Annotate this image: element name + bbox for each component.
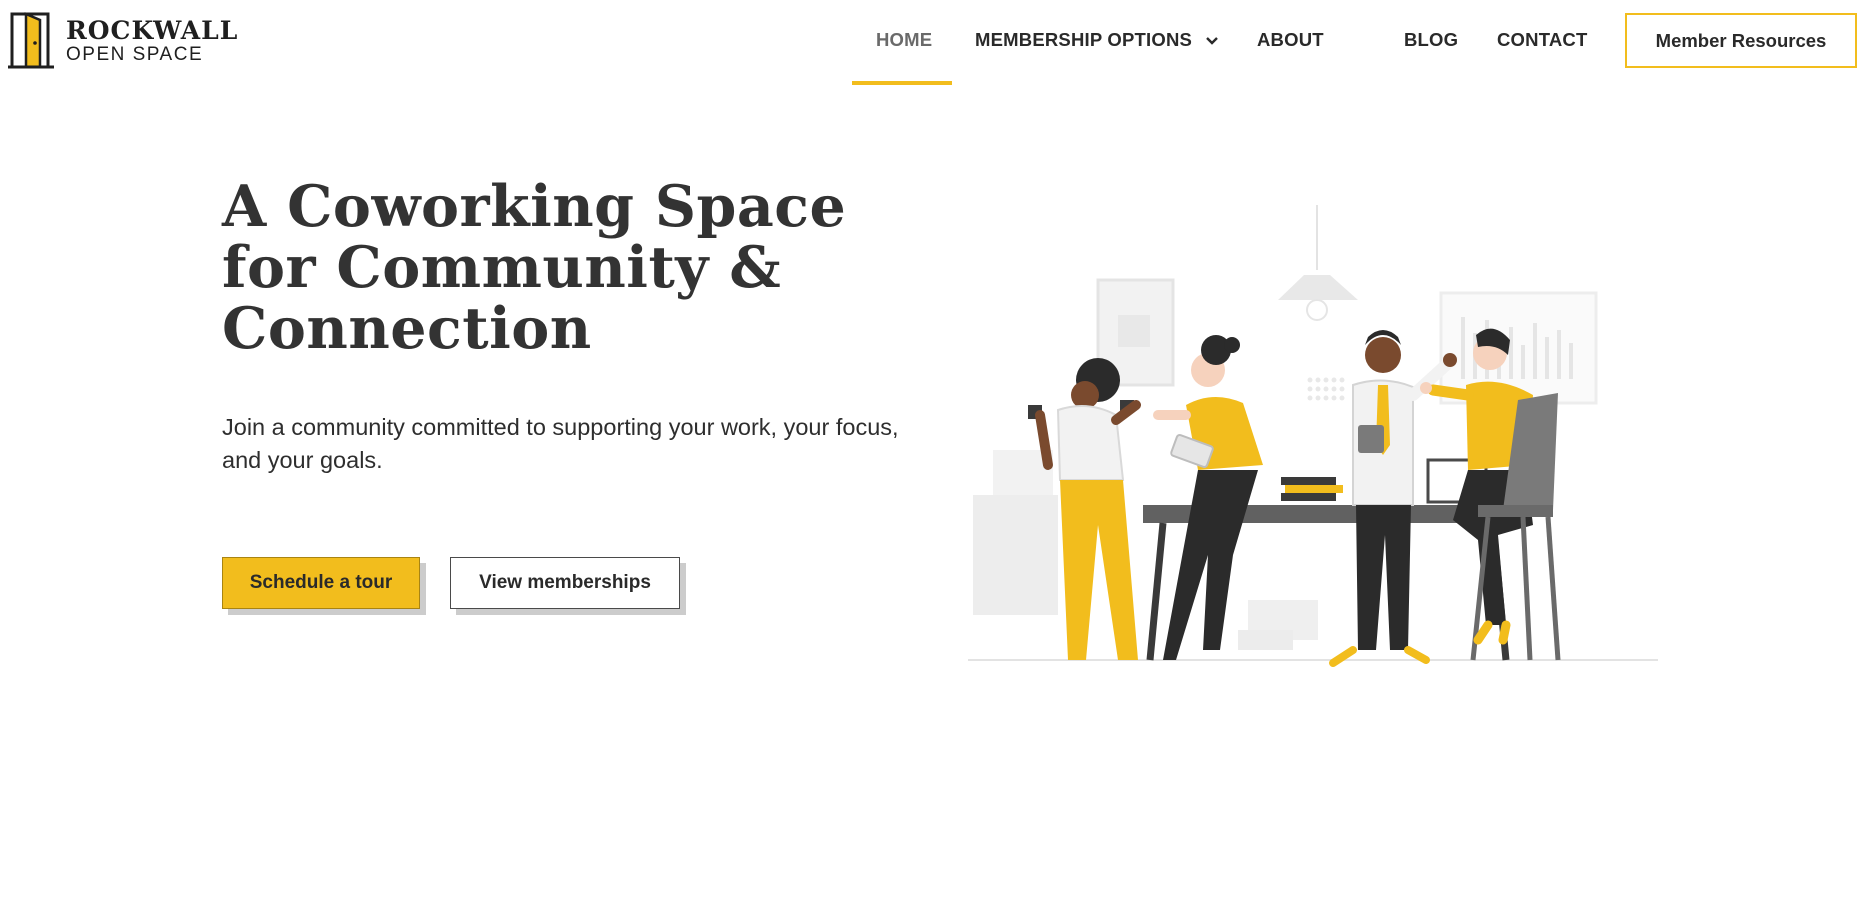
member-resources-button[interactable]: Member Resources	[1625, 13, 1857, 68]
coworking-illustration	[968, 205, 1658, 667]
main-nav: HOME MEMBERSHIP OPTIONS ABOUT BLOG CONTA…	[0, 0, 1872, 85]
nav-item-home[interactable]: HOME	[876, 29, 932, 51]
site-header: ROCKWALL OPEN SPACE HOME MEMBERSHIP OPTI…	[0, 0, 1872, 85]
hero-subtitle: Join a community committed to supporting…	[222, 414, 899, 473]
nav-item-membership-options[interactable]: MEMBERSHIP OPTIONS	[975, 29, 1219, 51]
nav-item-blog[interactable]: BLOG	[1404, 29, 1458, 51]
nav-item-label: MEMBERSHIP OPTIONS	[975, 29, 1193, 50]
view-memberships-button[interactable]: View memberships	[450, 557, 680, 609]
nav-item-contact[interactable]: CONTACT	[1497, 29, 1587, 51]
hero-title: A Coworking Space for Community & Connec…	[222, 173, 847, 362]
schedule-tour-button[interactable]: Schedule a tour	[222, 557, 420, 609]
chevron-down-icon	[1206, 37, 1219, 45]
nav-item-about[interactable]: ABOUT	[1257, 29, 1324, 51]
active-indicator	[852, 81, 952, 85]
